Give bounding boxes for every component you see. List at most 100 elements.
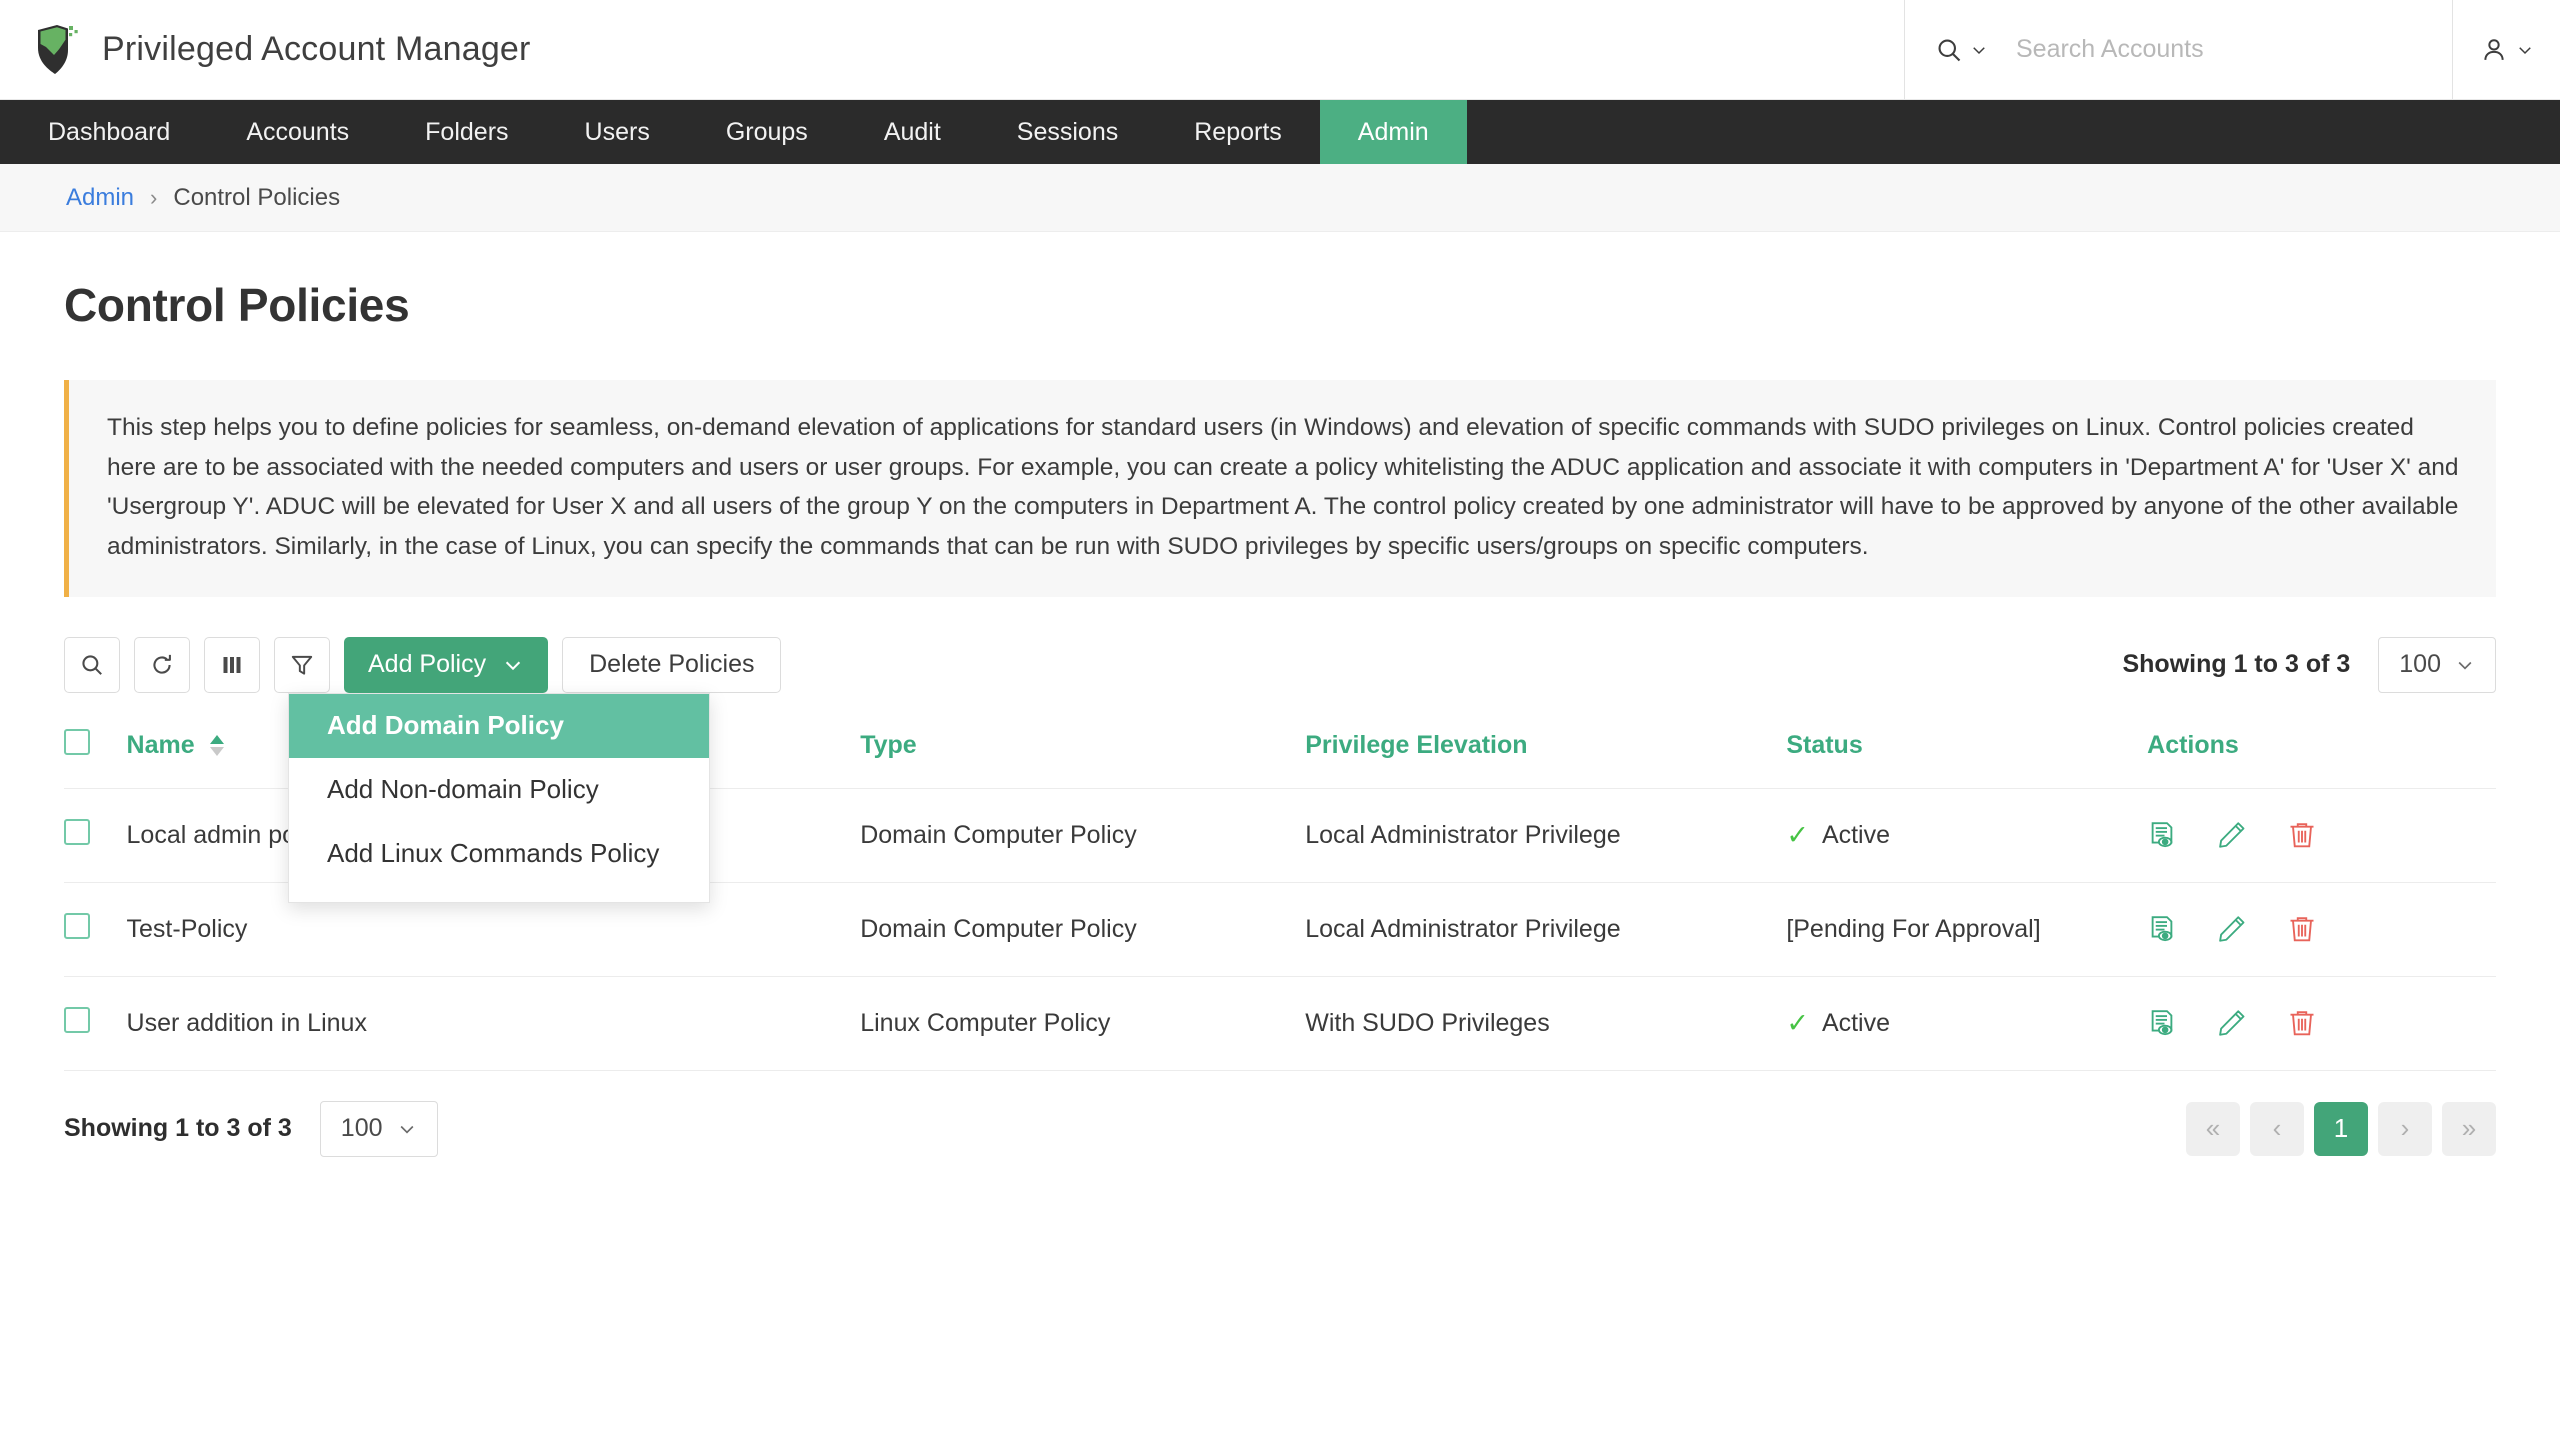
edit-policy-icon[interactable]: [2217, 1008, 2247, 1038]
search-icon: [1938, 39, 1961, 61]
select-all-checkbox[interactable]: [64, 728, 90, 755]
delete-policy-icon[interactable]: [2287, 820, 2317, 850]
header-spacer: [531, 0, 1904, 99]
add-policy-label: Add Policy: [368, 650, 487, 679]
pagination-page-1-button[interactable]: 1: [2314, 1101, 2368, 1156]
main-navigation: Dashboard Accounts Folders Users Groups …: [0, 100, 2560, 164]
status-badge: [Pending For Approval]: [1786, 914, 2041, 943]
toolbar-columns-button[interactable]: [204, 636, 260, 693]
delete-policy-icon[interactable]: [2287, 914, 2317, 944]
cell-privilege: Local Administrator Privilege: [1305, 881, 1787, 977]
status-active-check-icon: ✓: [1786, 819, 1809, 850]
cell-name: User addition in Linux: [126, 975, 752, 1070]
status-badge: Active: [1821, 820, 1891, 849]
row-select-cell: [64, 881, 127, 977]
row-checkbox[interactable]: [64, 912, 90, 939]
add-policy-dropdown-menu: Add Domain Policy Add Non-domain Policy …: [288, 692, 710, 903]
view-policy-icon[interactable]: [2147, 1008, 2177, 1038]
nav-item-admin[interactable]: Admin: [1319, 100, 1467, 164]
view-policy-icon[interactable]: [2147, 914, 2177, 944]
page-size-value-top: 100: [2399, 650, 2441, 679]
cell-status: ✓ Active: [1786, 975, 2148, 1070]
breadcrumb-link-admin[interactable]: Admin: [66, 184, 134, 212]
row-checkbox[interactable]: [64, 818, 90, 845]
page-title: Control Policies: [64, 279, 410, 331]
status-active-check-icon: ✓: [1786, 1007, 1809, 1038]
chevron-down-icon: [2518, 46, 2531, 54]
column-header-status[interactable]: Status: [1786, 713, 2147, 789]
showing-count-top: Showing 1 to 3 of 3: [2122, 650, 2351, 679]
breadcrumb-current: Control Policies: [173, 183, 341, 211]
select-all-header: [64, 713, 127, 789]
menu-item-add-non-domain-policy[interactable]: Add Non-domain Policy: [289, 758, 709, 822]
cell-blank: [751, 787, 861, 883]
view-policy-icon[interactable]: [2147, 820, 2177, 850]
toolbar-refresh-button[interactable]: [134, 636, 190, 693]
user-account-icon: [2483, 38, 2504, 60]
column-header-blank: [752, 713, 860, 789]
sort-arrows-icon: [209, 734, 225, 756]
info-panel-text: This step helps you to define policies f…: [107, 414, 2459, 561]
toolbar-search-button[interactable]: [64, 636, 120, 693]
add-policy-button[interactable]: Add Policy: [344, 636, 549, 693]
menu-item-add-linux-commands-policy[interactable]: Add Linux Commands Policy: [289, 822, 709, 886]
cell-type: Domain Computer Policy: [860, 881, 1306, 977]
filter-funnel-icon: [291, 655, 313, 675]
shield-logo-icon: [34, 24, 80, 76]
nav-item-folders[interactable]: Folders: [387, 100, 546, 164]
delete-policy-icon[interactable]: [2287, 1008, 2317, 1038]
pagination-next-button[interactable]: ›: [2378, 1101, 2432, 1156]
column-header-privilege-elevation[interactable]: Privilege Elevation: [1305, 713, 1786, 789]
delete-policies-button[interactable]: Delete Policies: [562, 636, 782, 693]
cell-actions: [2147, 787, 2496, 883]
breadcrumb-separator-icon: ›: [150, 184, 158, 210]
cell-privilege: With SUDO Privileges: [1305, 975, 1787, 1070]
cell-status: [Pending For Approval]: [1786, 881, 2148, 977]
search-input[interactable]: [2016, 35, 2396, 64]
toolbar-filter-button[interactable]: [274, 636, 330, 693]
page-size-value-bottom: 100: [340, 1114, 383, 1143]
nav-item-sessions[interactable]: Sessions: [979, 100, 1156, 164]
refresh-icon: [153, 654, 171, 674]
pagination-last-button[interactable]: »: [2442, 1101, 2496, 1156]
edit-policy-icon[interactable]: [2217, 914, 2247, 944]
table-bottom-divider: [64, 1069, 2496, 1071]
footer-left: Showing 1 to 3 of 3 100: [64, 1100, 438, 1157]
breadcrumb: Admin › Control Policies: [0, 164, 2560, 232]
edit-policy-icon[interactable]: [2217, 820, 2247, 850]
column-header-actions: Actions: [2147, 730, 2239, 759]
search-scope-selector[interactable]: [1935, 36, 1988, 64]
nav-item-users[interactable]: Users: [547, 100, 688, 164]
chevron-down-icon: [400, 1125, 413, 1134]
chevron-down-icon: [1973, 46, 1985, 54]
page-size-select-top[interactable]: 100: [2378, 636, 2496, 693]
user-menu[interactable]: [2452, 0, 2560, 99]
menu-item-add-domain-policy[interactable]: Add Domain Policy: [289, 693, 709, 758]
column-header-name-label: Name: [126, 730, 195, 759]
nav-item-dashboard[interactable]: Dashboard: [10, 100, 208, 164]
cell-actions: [2147, 975, 2496, 1070]
pagination-prev-button[interactable]: ‹: [2250, 1101, 2304, 1156]
nav-item-accounts[interactable]: Accounts: [208, 100, 387, 164]
cell-privilege: Local Administrator Privilege: [1305, 787, 1787, 883]
info-panel: This step helps you to define policies f…: [64, 380, 2496, 597]
cell-status: ✓ Active: [1786, 787, 2148, 883]
search-icon: [82, 655, 102, 675]
columns-icon: [223, 656, 241, 673]
nav-item-reports[interactable]: Reports: [1156, 100, 1320, 164]
table-row[interactable]: User addition in Linux Linux Computer Po…: [64, 975, 2496, 1070]
page-size-select-bottom[interactable]: 100: [319, 1100, 438, 1157]
search-zone: [1904, 0, 2452, 99]
brand: Privileged Account Manager: [0, 0, 531, 99]
chevron-down-icon: [2458, 661, 2472, 670]
nav-item-audit[interactable]: Audit: [846, 100, 979, 164]
showing-count-bottom: Showing 1 to 3 of 3: [64, 1114, 292, 1143]
row-checkbox[interactable]: [64, 1006, 90, 1033]
pagination-first-button[interactable]: «: [2186, 1101, 2240, 1156]
pagination: « ‹ 1 › »: [2186, 1101, 2496, 1156]
nav-item-groups[interactable]: Groups: [688, 100, 846, 164]
app-title: Privileged Account Manager: [102, 30, 531, 68]
status-badge: Active: [1821, 1008, 1891, 1037]
table-footer: Showing 1 to 3 of 3 100 « ‹ 1 › »: [64, 1097, 2496, 1157]
column-header-type[interactable]: Type: [860, 713, 1305, 789]
